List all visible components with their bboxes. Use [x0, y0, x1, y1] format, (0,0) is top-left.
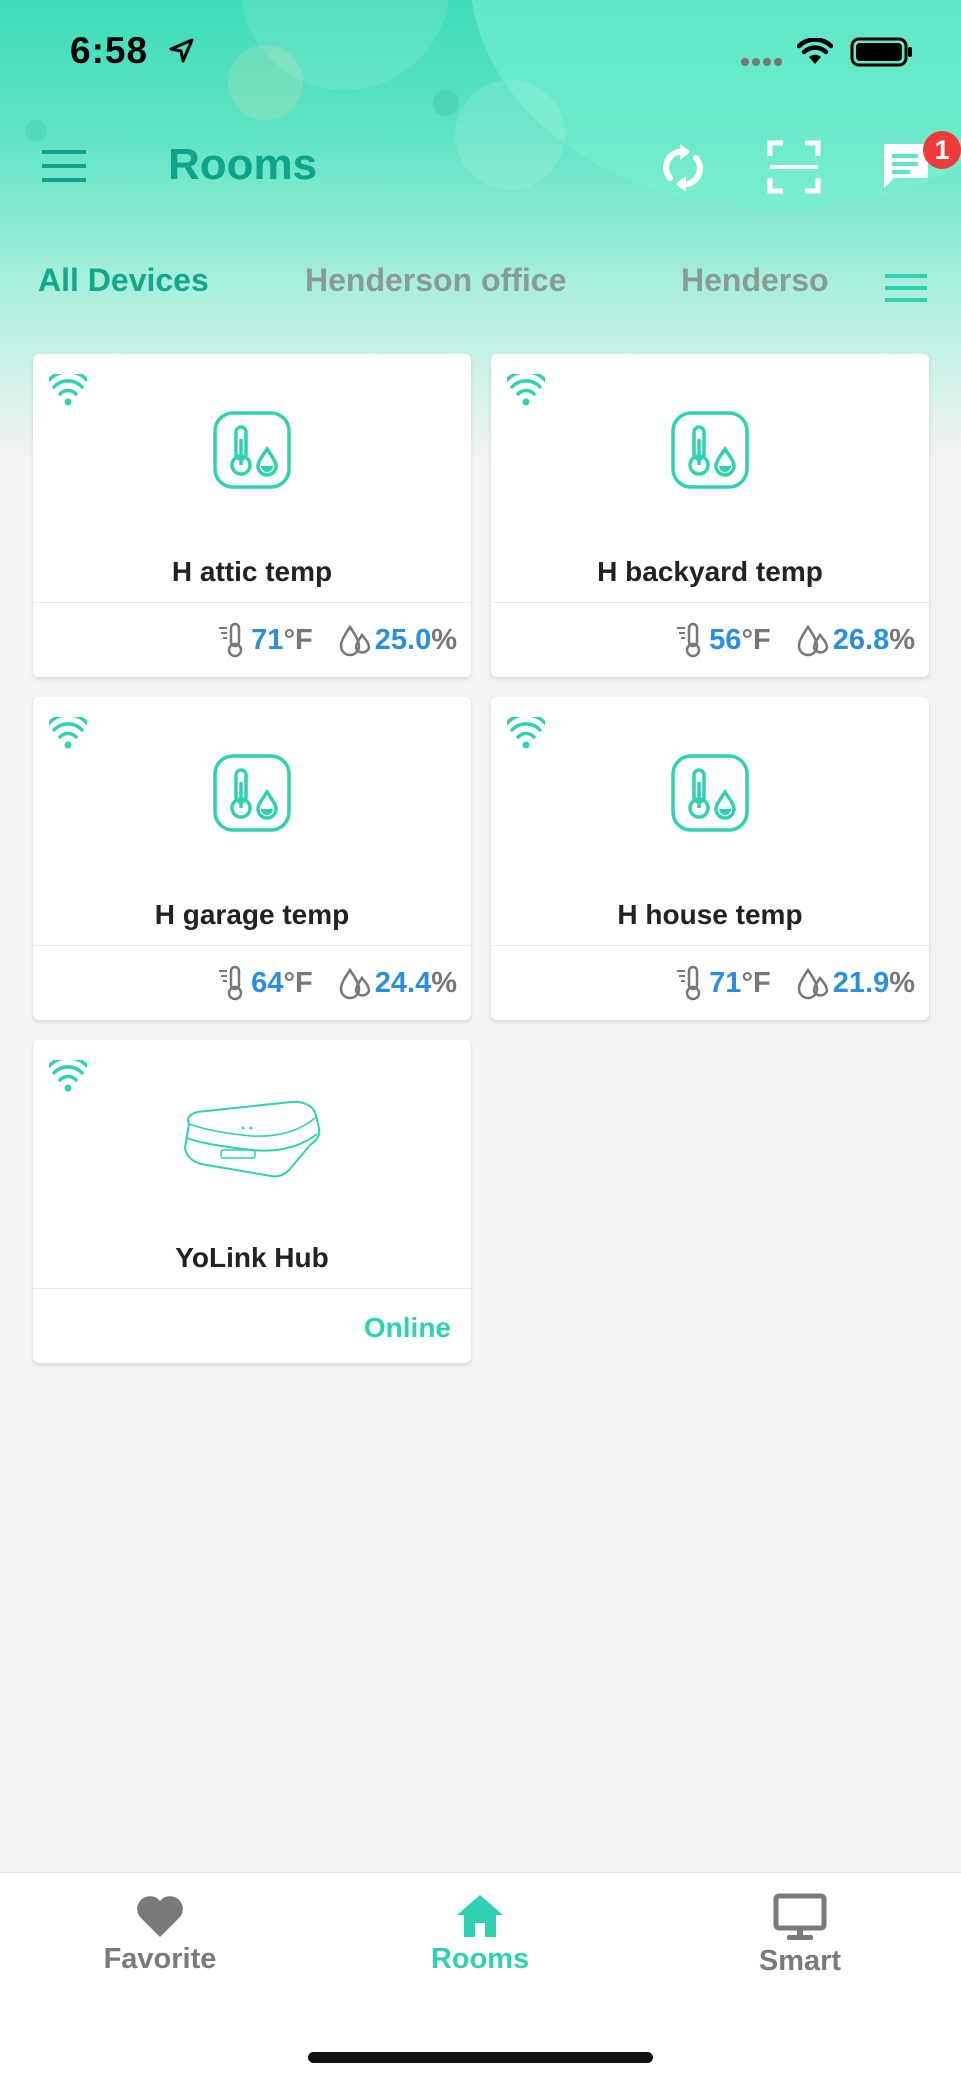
humidity-icon: [339, 967, 371, 1000]
hub-name: YoLink Hub: [175, 1242, 329, 1273]
page-title: Rooms: [168, 140, 318, 189]
thermometer-icon: [677, 622, 701, 658]
temp-humidity-sensor-icon: [671, 411, 749, 489]
tab-henderso[interactable]: Henderso: [681, 262, 829, 299]
location-arrow-icon: [169, 38, 194, 63]
status-time: 6:58: [70, 30, 149, 71]
temperature-value: 56: [709, 623, 742, 656]
device-card[interactable]: H attic temp 71 °F 25.0%: [33, 354, 471, 677]
tab-henderson-office[interactable]: Henderson office: [305, 262, 566, 299]
nav-smart[interactable]: Smart: [700, 1893, 900, 1978]
humidity-unit: %: [431, 966, 457, 999]
bottom-nav: Favorite Rooms Smart: [0, 1872, 961, 2080]
hub-device-icon: [183, 1100, 321, 1178]
battery-icon: [850, 37, 912, 67]
temp-humidity-sensor-icon: [213, 754, 291, 832]
temperature-unit: °F: [283, 623, 313, 656]
nav-favorite[interactable]: Favorite: [60, 1893, 260, 1976]
device-name: H house temp: [617, 899, 803, 930]
device-readings: 64 °F 24.4%: [217, 963, 457, 1003]
humidity-unit: %: [431, 623, 457, 656]
wifi-signal-icon: [507, 374, 545, 406]
temperature-value: 64: [251, 966, 284, 999]
nav-rooms[interactable]: Rooms: [380, 1893, 580, 1976]
wifi-signal-icon: [49, 374, 87, 406]
scan-icon[interactable]: [767, 140, 821, 194]
humidity-value: 21.9: [832, 966, 890, 999]
nav-rooms-label: Rooms: [430, 1943, 530, 1975]
temperature-value: 71: [709, 966, 742, 999]
humidity-icon: [339, 624, 371, 657]
device-card[interactable]: H backyard temp 56 °F 26.8%: [491, 354, 929, 677]
tabs-menu-icon[interactable]: [885, 273, 927, 303]
device-readings: 71 °F 25.0%: [217, 620, 457, 660]
device-card[interactable]: H garage temp 64 °F 24.4%: [33, 697, 471, 1020]
hub-status: Online: [363, 1312, 451, 1343]
device-name: H garage temp: [154, 899, 350, 930]
device-name: H backyard temp: [597, 556, 823, 587]
thermometer-icon: [677, 965, 701, 1001]
thermometer-icon: [219, 965, 243, 1001]
wifi-signal-icon: [507, 717, 545, 749]
nav-favorite-label: Favorite: [103, 1943, 217, 1975]
heart-icon: [137, 1896, 183, 1937]
temperature-unit: °F: [741, 623, 771, 656]
nav-smart-label: Smart: [758, 1945, 842, 1977]
wifi-signal-icon: [49, 717, 87, 749]
humidity-value: 25.0: [374, 623, 432, 656]
humidity-value: 26.8: [832, 623, 890, 656]
humidity-value: 24.4: [374, 966, 432, 999]
signal-dots-icon: [741, 58, 782, 66]
hub-card[interactable]: YoLink Hub Online: [33, 1040, 471, 1363]
tab-all-devices[interactable]: All Devices: [38, 262, 209, 299]
humidity-icon: [797, 624, 829, 657]
device-card[interactable]: H house temp 71 °F 21.9%: [491, 697, 929, 1020]
wifi-signal-icon: [49, 1060, 87, 1092]
humidity-icon: [797, 967, 829, 1000]
thermometer-icon: [219, 622, 243, 658]
notification-badge: 1: [923, 131, 961, 169]
temperature-unit: °F: [741, 966, 771, 999]
humidity-unit: %: [889, 623, 915, 656]
refresh-icon[interactable]: [658, 138, 708, 198]
temperature-unit: °F: [283, 966, 313, 999]
home-indicator[interactable]: [308, 2052, 653, 2063]
temp-humidity-sensor-icon: [671, 754, 749, 832]
device-readings: 56 °F 26.8%: [675, 620, 915, 660]
home-icon: [457, 1895, 503, 1937]
temp-humidity-sensor-icon: [213, 411, 291, 489]
device-readings: 71 °F 21.9%: [675, 963, 915, 1003]
temperature-value: 71: [251, 623, 284, 656]
menu-icon[interactable]: [42, 148, 86, 184]
wifi-status-icon: [797, 38, 833, 64]
room-tabs: All Devices Henderson office Henderso: [0, 262, 961, 312]
humidity-unit: %: [889, 966, 915, 999]
device-name: H attic temp: [171, 556, 333, 587]
monitor-icon: [773, 1893, 827, 1940]
